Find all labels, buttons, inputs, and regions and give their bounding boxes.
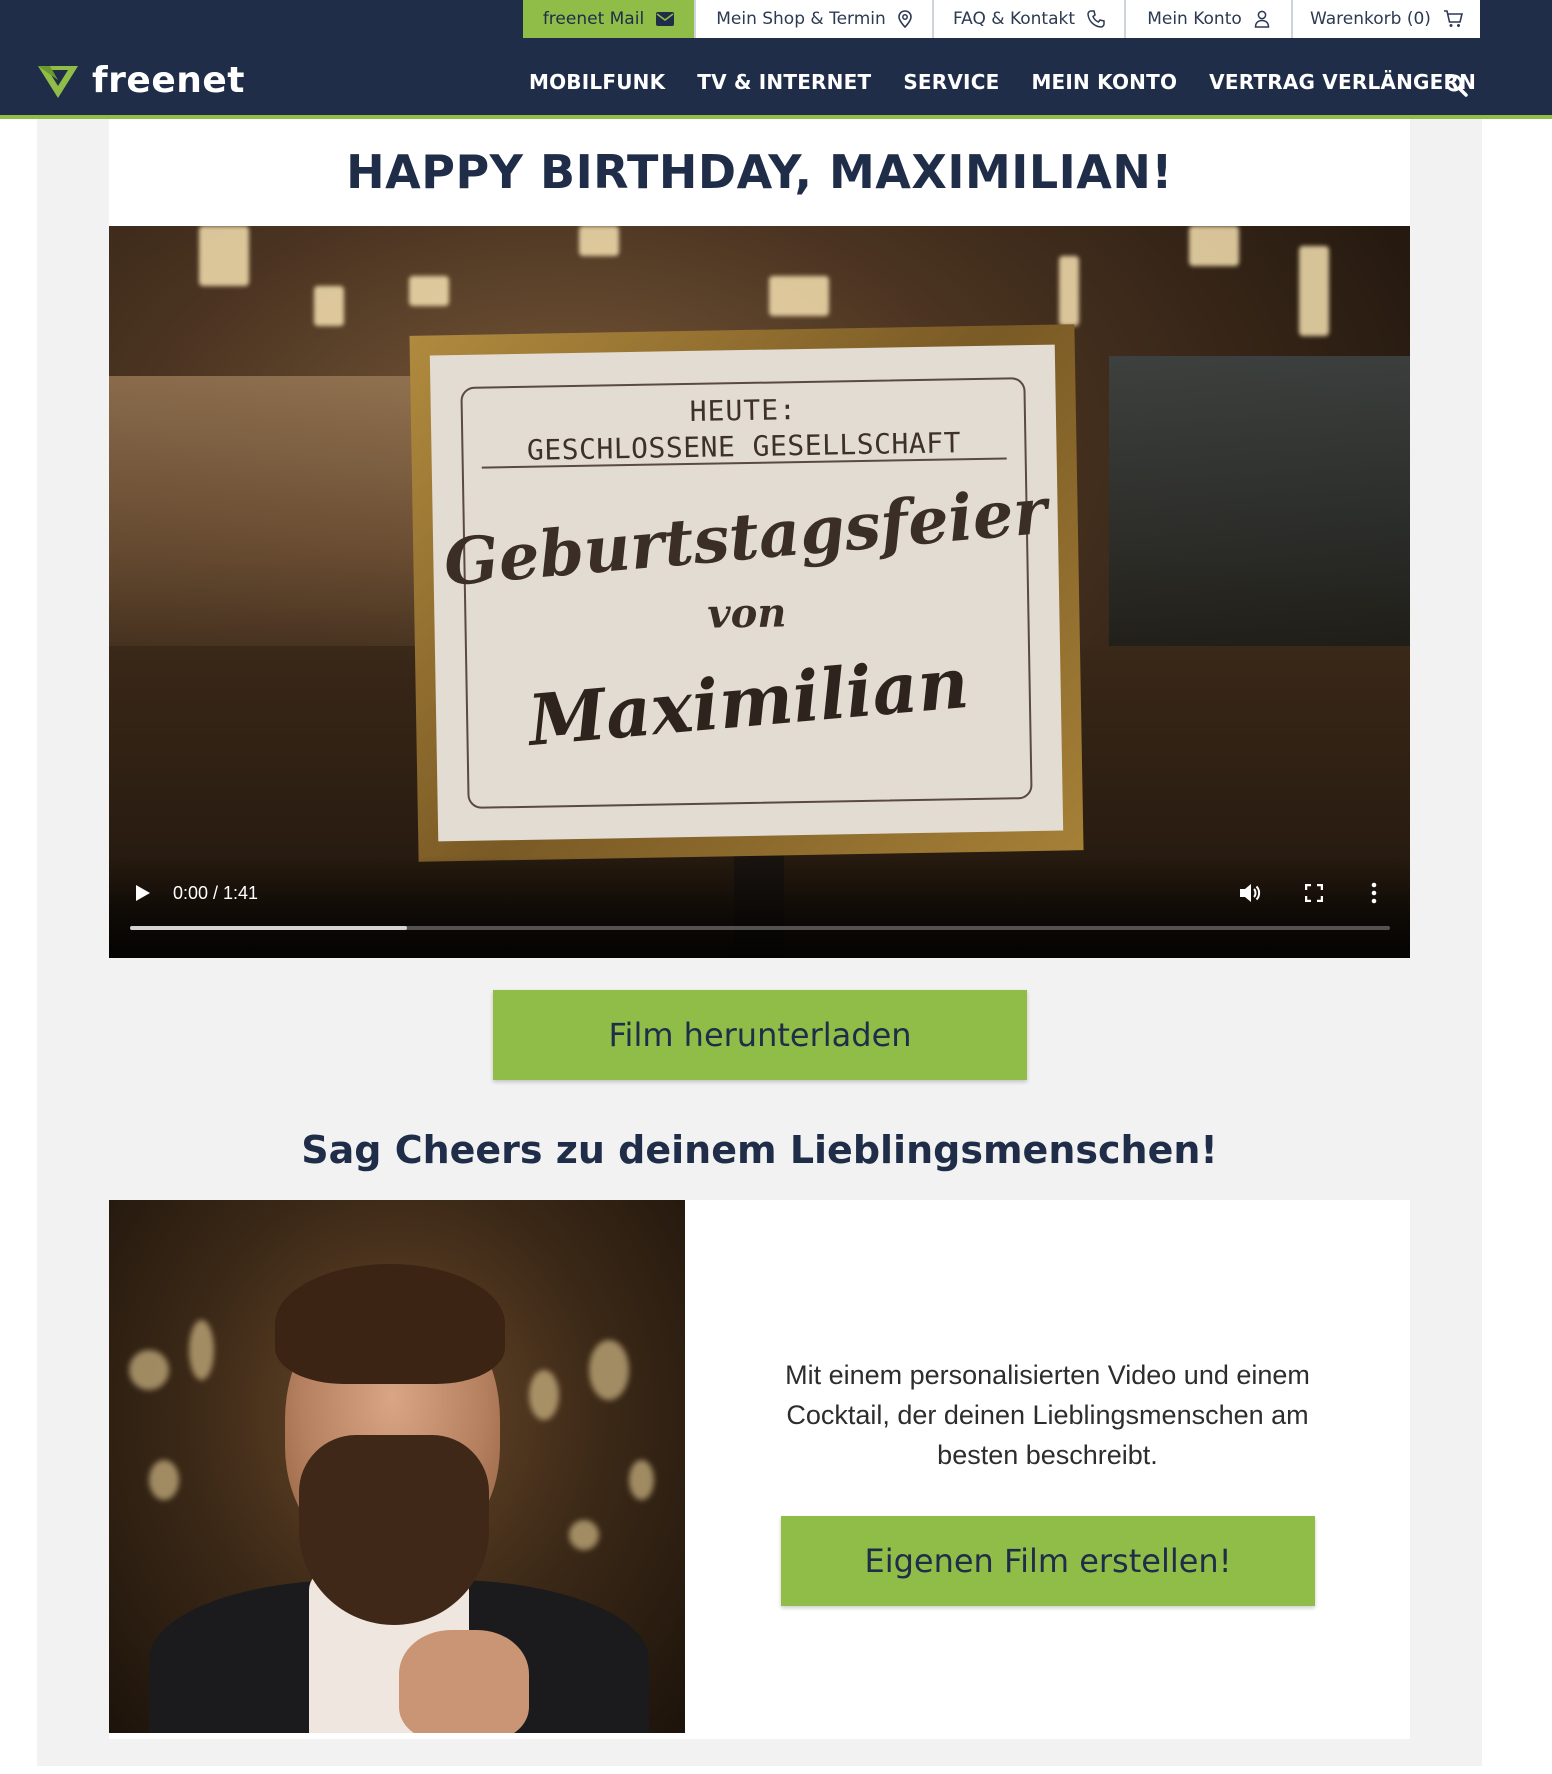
topbar-mail-label: freenet Mail xyxy=(542,9,645,29)
nav-item-mobilfunk[interactable]: MOBILFUNK xyxy=(529,70,665,94)
bokeh-light xyxy=(629,1460,654,1500)
freenet-logo[interactable]: freenet xyxy=(36,60,245,101)
page-title: HAPPY BIRTHDAY, MAXIMILIAN! xyxy=(346,145,1173,199)
bokeh-light xyxy=(409,276,449,306)
nav-item-service[interactable]: SERVICE xyxy=(903,70,999,94)
topbar-warenkorb[interactable]: Warenkorb (0) xyxy=(1291,0,1480,38)
figure-beard xyxy=(299,1435,489,1625)
video-controls xyxy=(109,856,1410,958)
main-navigation: MOBILFUNK TV & INTERNET SERVICE MEIN KON… xyxy=(529,70,1508,94)
video-time: 0:00 / 1:41 xyxy=(173,883,259,903)
booth-background xyxy=(1109,356,1410,656)
topbar-freenet-mail[interactable]: freenet Mail xyxy=(523,0,694,38)
phone-icon xyxy=(1087,10,1105,28)
bokeh-light xyxy=(199,226,249,286)
bokeh-light xyxy=(1299,246,1329,336)
nav-item-vertrag-verlaengern[interactable]: VERTRAG VERLÄNGERN xyxy=(1209,70,1476,94)
figure-hair xyxy=(275,1264,505,1384)
video-progress-fill xyxy=(130,926,408,930)
bokeh-light xyxy=(1189,226,1239,266)
fullscreen-icon[interactable] xyxy=(1305,884,1323,902)
top-utility-bar: freenet Mail Mein Shop & Termin FAQ & Ko… xyxy=(523,0,1480,38)
bokeh-light xyxy=(769,276,829,316)
topbar-faq-kontakt[interactable]: FAQ & Kontakt xyxy=(932,0,1124,38)
user-icon xyxy=(1254,10,1270,28)
bokeh-light xyxy=(1059,256,1079,326)
sign-frame: HEUTE: GESCHLOSSENE GESELLSCHAFT Geburts… xyxy=(409,324,1084,862)
section-title: Sag Cheers zu deinem Lieblingsmenschen! xyxy=(301,1128,1218,1172)
figure-hand xyxy=(399,1630,529,1733)
promo-description: Mit einem personalisierten Video und ein… xyxy=(785,1360,1310,1470)
cart-icon xyxy=(1443,10,1463,27)
site-header: freenet Mail Mein Shop & Termin FAQ & Ko… xyxy=(0,0,1552,119)
bokeh-light xyxy=(189,1320,214,1380)
nav-item-tv-internet[interactable]: TV & INTERNET xyxy=(697,70,871,94)
freenet-logo-icon xyxy=(38,65,78,98)
bokeh-light xyxy=(589,1340,629,1400)
topbar-mein-konto[interactable]: Mein Konto xyxy=(1124,0,1291,38)
sign-card: HEUTE: GESCHLOSSENE GESELLSCHAFT Geburts… xyxy=(429,344,1064,842)
bokeh-light xyxy=(579,226,619,256)
topbar-faq-label: FAQ & Kontakt xyxy=(952,9,1076,29)
play-icon[interactable] xyxy=(135,884,151,902)
bokeh-light xyxy=(129,1350,169,1390)
nav-item-mein-konto[interactable]: MEIN KONTO xyxy=(1031,70,1177,94)
topbar-shop-label: Mein Shop & Termin xyxy=(716,9,886,29)
video-progress-bar[interactable] xyxy=(130,926,1390,930)
bokeh-light xyxy=(569,1520,599,1550)
bokeh-light xyxy=(314,286,344,326)
topbar-warenkorb-label: Warenkorb (0) xyxy=(1310,9,1431,29)
search-icon[interactable] xyxy=(1444,73,1468,97)
download-film-button[interactable]: Film herunterladen xyxy=(493,990,1027,1080)
topbar-konto-label: Mein Konto xyxy=(1147,9,1242,29)
create-film-button[interactable]: Eigenen Film erstellen! xyxy=(781,1516,1315,1606)
more-options-icon[interactable] xyxy=(1371,882,1377,904)
mail-icon xyxy=(656,12,675,26)
volume-icon[interactable] xyxy=(1238,882,1262,904)
bartender-image xyxy=(109,1200,685,1733)
location-pin-icon xyxy=(897,10,912,28)
logo-wordmark: freenet xyxy=(92,60,246,101)
bokeh-light xyxy=(529,1370,559,1420)
bokeh-light xyxy=(149,1460,179,1500)
video-player[interactable]: HEUTE: GESCHLOSSENE GESELLSCHAFT Geburts… xyxy=(109,226,1410,958)
topbar-shop-termin[interactable]: Mein Shop & Termin xyxy=(694,0,932,38)
